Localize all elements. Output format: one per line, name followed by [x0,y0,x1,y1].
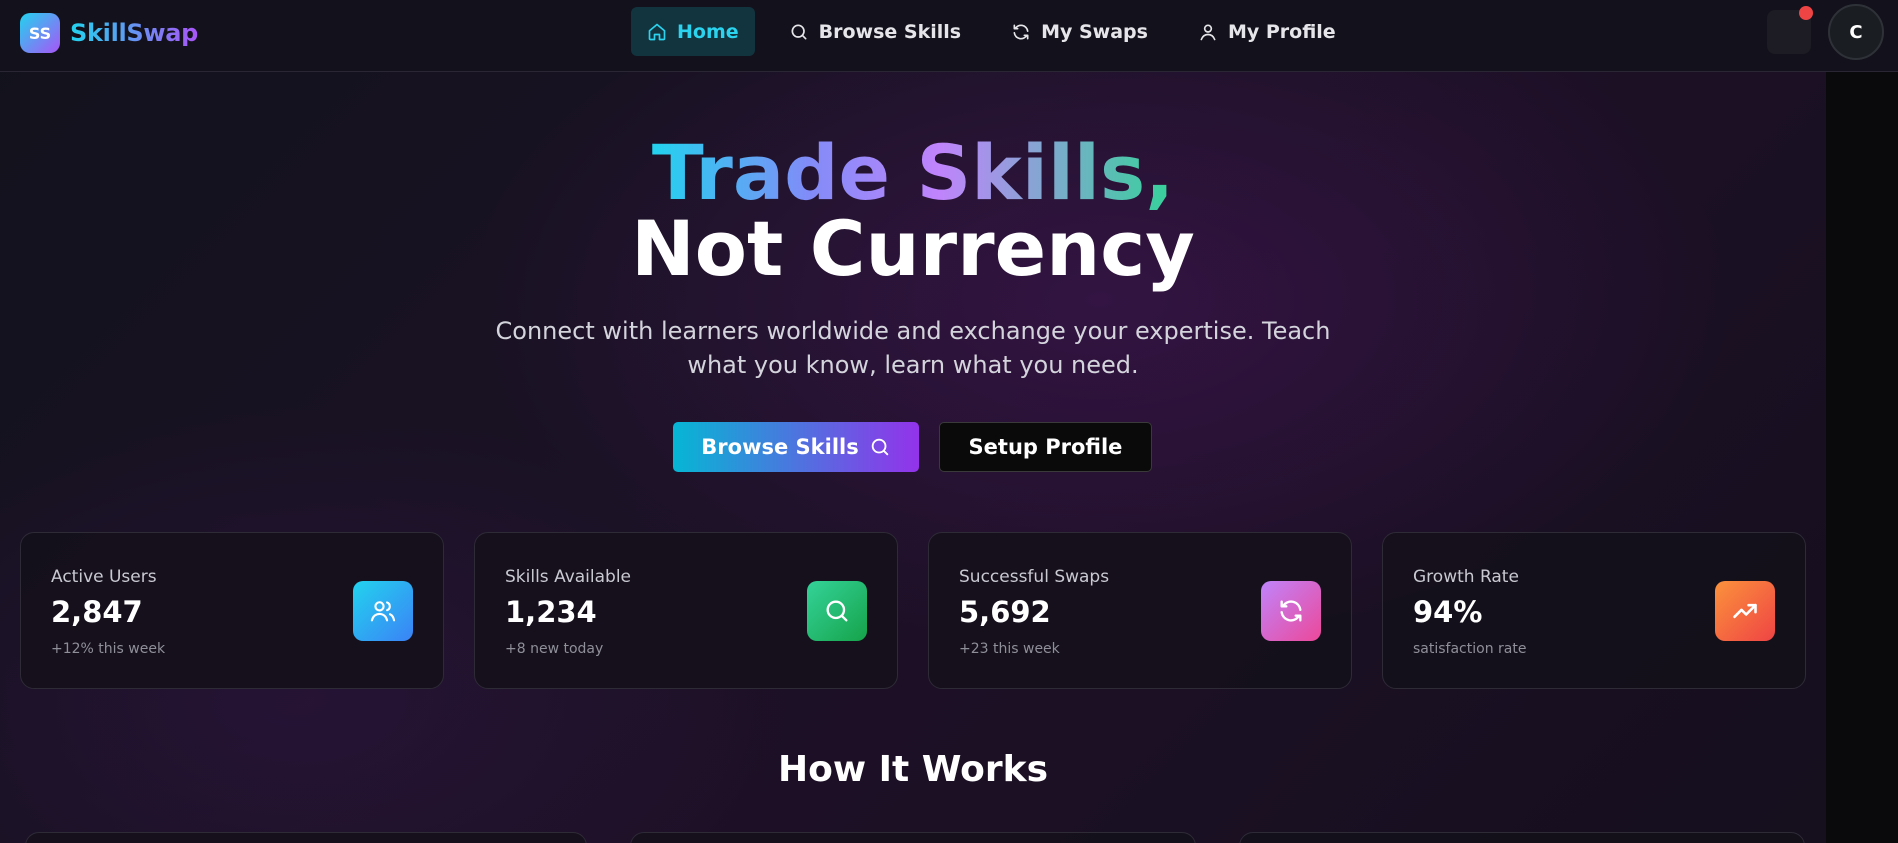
avatar[interactable]: C [1828,4,1884,60]
notification-badge-dot [1799,6,1813,20]
brand-logo: SS [20,13,60,53]
step-card [630,832,1196,843]
step-card [1239,832,1805,843]
hero-subtitle: Connect with learners worldwide and exch… [495,317,1331,379]
stat-sub: +8 new today [505,641,604,657]
brand[interactable]: SS SkillSwap [20,13,198,53]
stat-label: Skills Available [505,567,632,587]
scrollbar-gutter [1826,72,1898,843]
browse-skills-button[interactable]: Browse Skills [673,422,919,472]
home-icon [648,23,666,40]
nav-item-browse-skills[interactable]: Browse Skills [773,7,977,56]
stat-sub: satisfaction rate [1413,641,1527,657]
button-label: Browse Skills [701,435,859,459]
hero-title-line2: Not Currency [631,204,1195,293]
stat-card-growth-rate: Growth Rate 94% satisfaction rate [1382,532,1806,689]
main-nav: Home Browse Skills My Swaps My Profile [631,7,1370,56]
nav-label: My Swaps [1041,20,1148,43]
nav-item-my-swaps[interactable]: My Swaps [995,7,1164,56]
stat-sub: +12% this week [51,641,166,657]
stat-value: 94% [1413,595,1483,629]
stat-value: 2,847 [51,595,143,629]
stat-label: Successful Swaps [959,567,1110,587]
nav-label: Browse Skills [818,20,962,43]
stat-value: 1,234 [505,595,597,629]
search-icon [871,438,888,456]
how-it-works-title: How It Works [777,749,1049,790]
stat-icon-tile [353,581,413,641]
nav-item-my-profile[interactable]: My Profile [1182,7,1352,56]
brand-name: SkillSwap [70,19,199,47]
stat-icon-tile [1715,581,1775,641]
stat-label: Growth Rate [1413,567,1519,587]
setup-profile-button[interactable]: Setup Profile [939,422,1152,472]
users-icon [370,601,396,622]
step-card [25,832,587,843]
search-icon [826,600,848,622]
nav-label: My Profile [1227,20,1336,43]
stat-sub: +23 this week [959,641,1060,657]
trending-up-icon [1733,603,1757,619]
search-icon [791,24,807,40]
refresh-icon [1013,24,1029,40]
nav-label: Home [677,20,739,43]
stat-card-active-users: Active Users 2,847 +12% this week [20,532,444,689]
stat-card-successful-swaps: Successful Swaps 5,692 +23 this week [928,532,1352,689]
stat-value: 5,692 [959,595,1051,629]
stat-card-skills-available: Skills Available 1,234 +8 new today [474,532,898,689]
user-icon [1200,24,1216,40]
stat-icon-tile [807,581,867,641]
stat-label: Active Users [51,567,157,587]
refresh-icon [1280,600,1302,622]
stat-icon-tile [1261,581,1321,641]
top-navbar: SS SkillSwap Home Browse Skills My Swaps… [0,0,1898,72]
nav-item-home[interactable]: Home [631,7,755,56]
